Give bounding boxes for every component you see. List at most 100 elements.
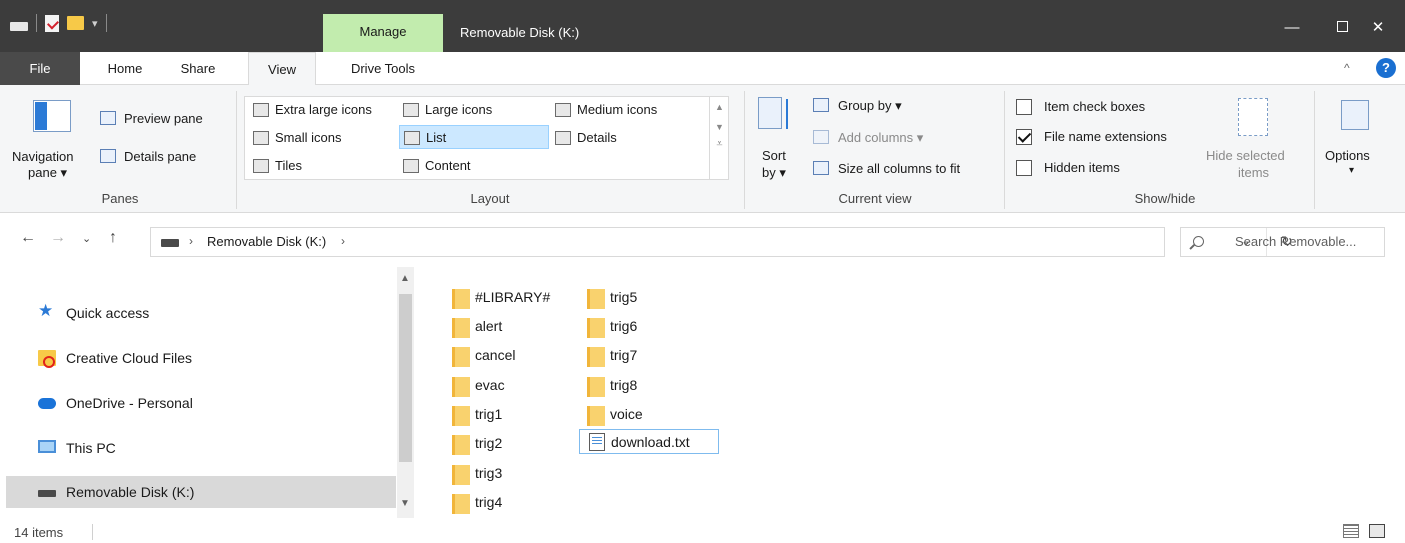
list-item[interactable]: #LIBRARY# (414, 284, 550, 309)
layout-tiles[interactable]: Tiles (249, 154, 302, 178)
drive-icon[interactable] (10, 21, 28, 31)
close-button[interactable]: ✕ (1355, 14, 1401, 42)
hide-selected-button[interactable]: Hide selected (1206, 148, 1285, 163)
folder-icon (587, 318, 605, 338)
forward-button[interactable]: → (50, 229, 66, 247)
text-file-icon (589, 433, 605, 451)
details-pane-button[interactable]: Details pane (124, 149, 196, 164)
tab-manage[interactable]: Manage (323, 24, 443, 39)
preview-pane-button[interactable]: Preview pane (124, 111, 203, 126)
group-separator (744, 91, 745, 209)
list-item[interactable]: trig6 (549, 313, 674, 338)
breadcrumb-removable-disk[interactable]: Removable Disk (K:) (207, 234, 326, 249)
properties-icon[interactable] (45, 14, 59, 32)
tab-share[interactable]: Share (170, 52, 226, 85)
add-columns-button[interactable]: Add columns ▾ (838, 130, 923, 146)
file-name: trig5 (610, 289, 638, 305)
options-icon[interactable] (1341, 100, 1369, 130)
list-item[interactable]: evac (414, 372, 539, 397)
layout-item-label: Extra large icons (275, 102, 372, 117)
layout-medium-icons[interactable]: Medium icons (551, 98, 657, 122)
file-name-extensions-checkbox[interactable] (1016, 129, 1032, 145)
tab-home[interactable]: Home (94, 52, 156, 85)
navigation-pane-icon[interactable] (33, 100, 71, 132)
layout-large-icons[interactable]: Large icons (399, 98, 492, 122)
item-check-boxes-checkbox[interactable] (1016, 99, 1032, 115)
navigation-pane-dropdown[interactable]: pane ▾ (28, 165, 67, 181)
collapse-ribbon-icon[interactable]: ^ (1344, 61, 1350, 75)
search-box[interactable]: Search Removable... (1180, 227, 1385, 257)
details-view-icon[interactable] (1343, 524, 1359, 538)
search-input[interactable]: Search Removable... (1235, 234, 1356, 249)
tab-drive-tools[interactable]: Drive Tools (323, 52, 443, 85)
back-button[interactable]: ← (20, 229, 36, 247)
file-name: evac (475, 377, 505, 393)
large-icons-view-icon[interactable] (1369, 524, 1385, 538)
list-item[interactable]: trig2 (414, 430, 539, 455)
group-by-button[interactable]: Group by ▾ (838, 98, 902, 114)
sort-by-icon[interactable] (758, 97, 792, 133)
customize-toolbar-icon[interactable]: ▾ (92, 17, 98, 30)
scroll-down-icon[interactable]: ▼ (710, 122, 729, 132)
tab-view[interactable]: View (248, 52, 316, 86)
content-icon (403, 159, 419, 173)
nav-item-this-pc[interactable]: This PC (6, 432, 396, 464)
breadcrumb-chevron-icon[interactable]: › (341, 234, 345, 248)
nav-item-creative-cloud[interactable]: Creative Cloud Files (6, 342, 396, 374)
list-item[interactable]: trig3 (414, 460, 539, 485)
folder-icon (452, 406, 470, 426)
breadcrumb-chevron-icon[interactable]: › (189, 234, 193, 248)
list-item[interactable]: alert (414, 313, 539, 338)
ribbon: Navigation pane ▾ Preview pane Details p… (0, 85, 1405, 213)
up-button[interactable]: ↑ (109, 229, 117, 247)
list-item[interactable]: cancel (414, 342, 539, 367)
navigation-pane-button[interactable]: Navigation (12, 149, 73, 164)
layout-list[interactable]: List (399, 125, 549, 149)
list-item[interactable]: trig4 (414, 489, 539, 514)
new-folder-icon[interactable] (67, 16, 84, 30)
hidden-items-checkbox[interactable] (1016, 160, 1032, 176)
group-separator (236, 91, 237, 209)
layout-extra-large-icons[interactable]: Extra large icons (249, 98, 372, 122)
creative-cloud-icon (38, 350, 56, 368)
nav-scrollbar[interactable]: ▲ ▼ (397, 267, 414, 518)
hide-selected-icon[interactable] (1238, 98, 1268, 136)
layout-content[interactable]: Content (399, 154, 471, 178)
layout-details[interactable]: Details (551, 126, 617, 150)
search-icon (1193, 236, 1204, 247)
list-item[interactable]: trig7 (549, 342, 674, 367)
file-name: cancel (475, 347, 516, 363)
options-button[interactable]: Options (1325, 148, 1370, 163)
nav-item-onedrive[interactable]: OneDrive - Personal (6, 387, 396, 419)
list-item[interactable]: trig1 (414, 401, 539, 426)
file-name: trig6 (610, 318, 638, 334)
scroll-up-icon[interactable]: ▲ (400, 273, 410, 284)
layout-item-label: Large icons (425, 102, 493, 117)
nav-item-removable-disk[interactable]: Removable Disk (K:) (6, 476, 396, 508)
options-dropdown-icon[interactable]: ▾ (1349, 165, 1354, 176)
file-name: voice (610, 406, 643, 422)
help-icon[interactable]: ? (1376, 58, 1396, 78)
list-item[interactable]: trig8 (549, 372, 674, 397)
address-bar[interactable]: › Removable Disk (K:) › ⌄ ↻ (150, 227, 1293, 257)
sort-by-button[interactable]: Sort (762, 148, 786, 163)
folder-icon (452, 377, 470, 397)
list-item[interactable]: voice (549, 401, 674, 426)
sort-by-dropdown[interactable]: by ▾ (762, 165, 786, 181)
scrollbar-thumb[interactable] (399, 294, 412, 462)
tab-file[interactable]: File (0, 52, 80, 85)
size-all-columns-button[interactable]: Size all columns to fit (838, 161, 960, 176)
scroll-up-icon[interactable]: ▲ (710, 102, 729, 112)
folder-icon (452, 494, 470, 514)
file-name-extensions-label: File name extensions (1044, 129, 1167, 144)
scroll-down-icon[interactable]: ▼ (400, 498, 410, 509)
recent-locations-icon[interactable]: ⌄ (82, 232, 91, 245)
nav-item-quick-access[interactable]: ★ Quick access (6, 297, 396, 329)
nav-item-label: OneDrive - Personal (66, 395, 193, 411)
expand-gallery-icon[interactable]: ⩡ (710, 138, 729, 151)
list-item-selected[interactable]: download.txt (579, 429, 719, 454)
layout-scroll[interactable]: ▲ ▼ ⩡ (709, 96, 729, 180)
list-item[interactable]: trig5 (549, 284, 674, 309)
minimize-button[interactable]: — (1269, 14, 1315, 42)
layout-small-icons[interactable]: Small icons (249, 126, 341, 150)
